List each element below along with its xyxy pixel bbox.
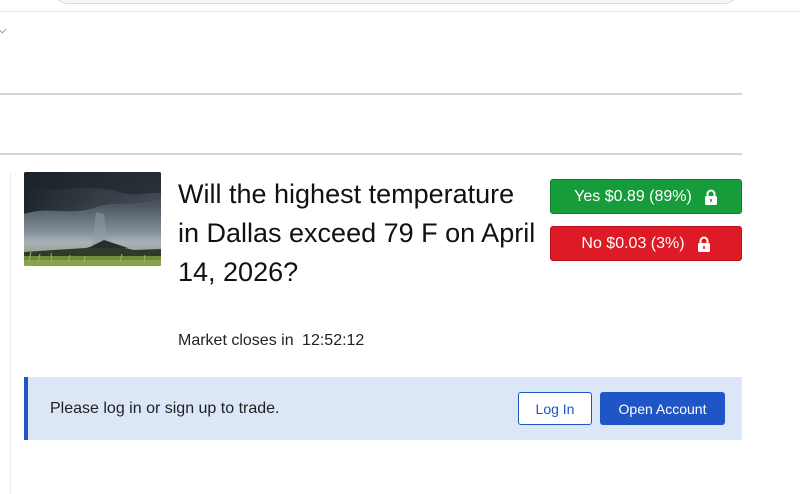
login-prompt-message: Please log in or sign up to trade. <box>50 400 280 417</box>
login-prompt-panel: Please log in or sign up to trade. Log I… <box>24 377 742 440</box>
header-divider <box>0 11 800 12</box>
no-price-label: No $0.03 (3%) <box>581 234 685 252</box>
lock-icon <box>697 236 711 252</box>
search-bar-edge[interactable] <box>55 0 737 4</box>
countdown-value: 12:52:12 <box>302 332 365 349</box>
no-price-button[interactable]: No $0.03 (3%) <box>550 226 742 261</box>
section-divider <box>0 93 742 95</box>
login-button[interactable]: Log In <box>518 392 592 425</box>
yes-price-button[interactable]: Yes $0.89 (89%) <box>550 179 742 214</box>
market-closes-label: Market closes in <box>178 332 294 349</box>
storm-landscape-image <box>24 172 161 266</box>
market-close-timer: Market closes in 12:52:12 <box>178 332 364 350</box>
section-divider <box>0 153 742 155</box>
lock-icon <box>704 189 718 205</box>
open-account-button[interactable]: Open Account <box>600 392 725 425</box>
market-title: Will the highest temperature in Dallas e… <box>178 179 536 287</box>
chevron-down-icon <box>0 26 7 34</box>
yes-price-label: Yes $0.89 (89%) <box>574 187 692 205</box>
market-image <box>24 172 161 266</box>
content-left-border <box>10 173 11 494</box>
